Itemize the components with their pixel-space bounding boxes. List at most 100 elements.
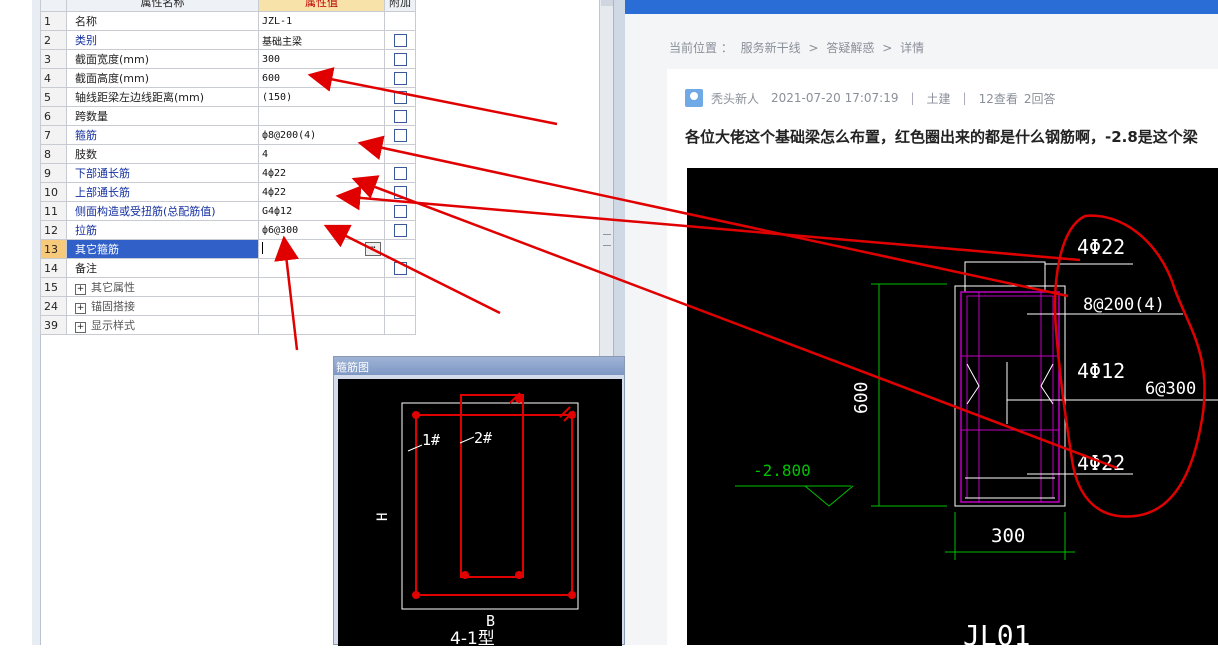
property-value-cell[interactable] <box>258 106 385 126</box>
expand-icon[interactable]: + <box>75 284 86 295</box>
property-row[interactable]: 12 拉筋 ф6@300 <box>40 220 416 240</box>
property-name: 其它箍筋 <box>66 239 259 259</box>
property-name-text: 拉筋 <box>75 224 97 237</box>
property-value-cell[interactable]: JZL-1 <box>258 11 385 31</box>
property-value-cell[interactable] <box>258 296 385 316</box>
property-value: 4ф22 <box>262 167 287 179</box>
property-name: 侧面构造或受扭筋(总配筋值) <box>66 201 259 221</box>
header-value[interactable]: 属性值 <box>258 0 385 12</box>
row-number: 2 <box>40 30 67 50</box>
meta-separator: | <box>910 91 915 105</box>
property-row[interactable]: 7 箍筋 ф8@200(4) <box>40 125 416 145</box>
property-name: 备注 <box>66 258 259 278</box>
property-row[interactable]: 24 + 锚固搭接 <box>40 296 416 316</box>
cad-drawing-image[interactable]: 4Φ22 8@200(4) 4Φ12 6@300 4Φ22 600 300 -2… <box>687 168 1218 645</box>
property-name-text: 截面高度(mm) <box>75 72 150 85</box>
row-number: 24 <box>40 296 67 316</box>
breadcrumb-link-qa[interactable]: 答疑解惑 <box>826 41 874 55</box>
property-row[interactable]: 3 截面宽度(mm) 300 <box>40 49 416 69</box>
extra-checkbox[interactable] <box>393 204 407 218</box>
property-row[interactable]: 6 跨数量 <box>40 106 416 126</box>
author-name[interactable]: 秃头新人 <box>711 90 759 107</box>
property-value-cell[interactable]: 4ф22 <box>258 163 385 183</box>
extra-checkbox[interactable] <box>393 128 407 142</box>
property-value: 600 <box>262 72 281 84</box>
extra-checkbox[interactable] <box>393 109 407 123</box>
property-value-cell[interactable]: 600 <box>258 68 385 88</box>
property-value-cell[interactable] <box>258 277 385 297</box>
extra-checkbox[interactable] <box>393 90 407 104</box>
breadcrumb-separator: > <box>808 41 819 55</box>
stirrup-diagram: 1# 2# H B 4-1型 <box>338 379 622 646</box>
property-row[interactable]: 10 上部通长筋 4ф22 <box>40 182 416 202</box>
property-value-cell[interactable]: 300 <box>258 49 385 69</box>
stirrup-window-titlebar[interactable] <box>334 357 624 375</box>
extra-checkbox[interactable] <box>393 71 407 85</box>
row-number: 11 <box>40 201 67 221</box>
property-row[interactable]: 14 备注 <box>40 258 416 278</box>
property-name-text: 箍筋 <box>75 129 97 142</box>
property-value: JZL-1 <box>262 15 293 27</box>
scroll-up-arrow[interactable] <box>601 0 613 6</box>
property-row[interactable]: 8 肢数 4 <box>40 144 416 164</box>
extra-checkbox[interactable] <box>393 223 407 237</box>
breadcrumb-separator: > <box>882 41 893 55</box>
expand-icon[interactable]: + <box>75 303 86 314</box>
category-tag[interactable]: 土建 <box>927 90 951 107</box>
property-value-cell[interactable]: ф8@200(4) <box>258 125 385 145</box>
extra-cell <box>384 220 416 240</box>
property-value-cell[interactable]: 4ф22 <box>258 182 385 202</box>
row-number: 13 <box>40 239 67 259</box>
property-name[interactable]: + 锚固搭接 <box>66 296 259 316</box>
property-value-cell[interactable]: G4ф12 <box>258 201 385 221</box>
property-row[interactable]: 11 侧面构造或受扭筋(总配筋值) G4ф12 <box>40 201 416 221</box>
property-name-text: 类别 <box>75 34 97 47</box>
extra-checkbox[interactable] <box>393 185 407 199</box>
extra-checkbox[interactable] <box>393 52 407 66</box>
property-value-cell[interactable]: 4 <box>258 144 385 164</box>
property-row[interactable]: 2 类别 基础主梁 <box>40 30 416 50</box>
property-name[interactable]: + 显示样式 <box>66 315 259 335</box>
top-navigation-bar[interactable] <box>625 0 1218 14</box>
scrollbar-grip[interactable] <box>603 234 611 246</box>
breadcrumb-link-service[interactable]: 服务新干线 <box>741 41 801 55</box>
property-value-cell[interactable] <box>258 258 385 278</box>
property-name-text: 肢数 <box>75 148 97 161</box>
header-extra[interactable]: 附加 <box>384 0 416 12</box>
property-name-text: 显示样式 <box>91 319 135 332</box>
property-value-cell[interactable]: (150) <box>258 87 385 107</box>
label-2: 2# <box>474 429 492 447</box>
extra-checkbox[interactable] <box>393 33 407 47</box>
property-value-cell[interactable]: ф6@300 <box>258 220 385 240</box>
property-row[interactable]: 1 名称 JZL-1 <box>40 11 416 31</box>
extra-checkbox[interactable] <box>393 166 407 180</box>
property-row[interactable]: 13 其它箍筋 ⋯ <box>40 239 416 259</box>
avatar[interactable] <box>685 89 703 107</box>
property-name: 下部通长筋 <box>66 163 259 183</box>
breadcrumb-prefix: 当前位置 ： <box>669 41 733 55</box>
ellipsis-button[interactable]: ⋯ <box>365 242 381 256</box>
property-name: 肢数 <box>66 144 259 164</box>
property-row[interactable]: 9 下部通长筋 4ф22 <box>40 163 416 183</box>
property-name-text: 锚固搭接 <box>91 300 135 313</box>
property-value-cell[interactable] <box>258 315 385 335</box>
property-name-text: 名称 <box>75 15 97 28</box>
property-name[interactable]: + 其它属性 <box>66 277 259 297</box>
extra-cell <box>384 68 416 88</box>
property-value-cell[interactable]: 基础主梁 <box>258 30 385 50</box>
elevation-symbol <box>804 485 854 507</box>
header-name[interactable]: 属性名称 <box>66 0 259 12</box>
property-name: 箍筋 <box>66 125 259 145</box>
expand-icon[interactable]: + <box>75 322 86 333</box>
extra-checkbox[interactable] <box>393 261 407 275</box>
property-row[interactable]: 5 轴线距梁左边线距离(mm) (150) <box>40 87 416 107</box>
extra-cell <box>384 125 416 145</box>
property-row[interactable]: 15 + 其它属性 <box>40 277 416 297</box>
property-row[interactable]: 39 + 显示样式 <box>40 315 416 335</box>
property-row[interactable]: 4 截面高度(mm) 600 <box>40 68 416 88</box>
property-name-text: 上部通长筋 <box>75 186 130 199</box>
property-value-cell[interactable]: ⋯ <box>258 239 385 259</box>
corner-bar <box>412 591 420 599</box>
row-number: 9 <box>40 163 67 183</box>
row-number: 6 <box>40 106 67 126</box>
